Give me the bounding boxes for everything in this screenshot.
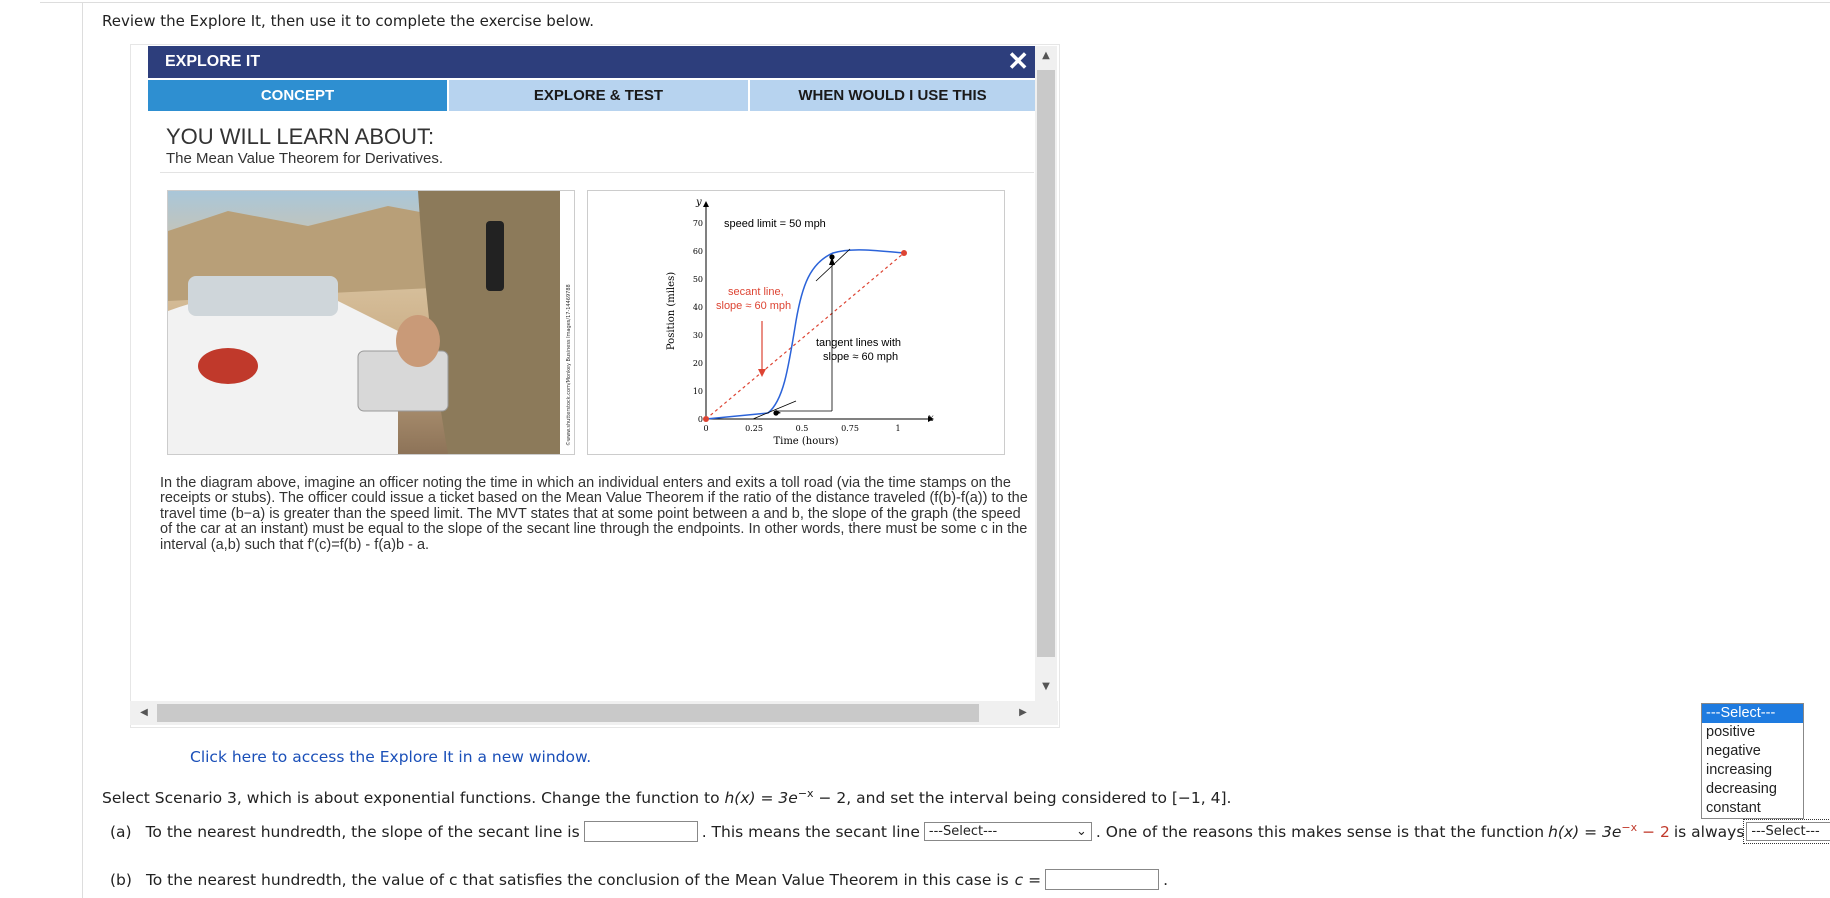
- y-axis-label: Position (miles): [666, 272, 677, 350]
- behavior-dropdown-list: ---Select--- positive negative increasin…: [1701, 703, 1804, 819]
- scroll-down-icon[interactable]: ▼: [1035, 681, 1057, 692]
- secant-label-2: slope ≈ 60 mph: [716, 300, 791, 312]
- secant-label-1: secant line,: [728, 286, 784, 298]
- y-axis-name: y: [695, 197, 702, 208]
- vertical-scroll-thumb[interactable]: [1037, 70, 1055, 657]
- function-constant: − 2: [1637, 823, 1670, 842]
- tab-concept[interactable]: CONCEPT: [148, 80, 447, 111]
- speed-limit-label: speed limit = 50 mph: [724, 218, 826, 230]
- x-tick: 1: [895, 424, 900, 433]
- mvt-graph: y x 70 60 50 40 30 20 10 0 0 0.25 0.5 0.…: [587, 190, 1005, 455]
- y-tick: 50: [693, 275, 703, 284]
- dropdown-option[interactable]: negative: [1702, 742, 1803, 761]
- dropdown-option[interactable]: decreasing: [1702, 780, 1803, 799]
- x-tick: 0: [703, 424, 708, 433]
- scenario-text: Select Scenario 3, which is about expone…: [102, 789, 725, 808]
- dropdown-option[interactable]: increasing: [1702, 761, 1803, 780]
- learn-subtitle: The Mean Value Theorem for Derivatives.: [166, 150, 444, 167]
- scroll-right-icon[interactable]: ▶: [1012, 707, 1034, 718]
- new-window-link[interactable]: Click here to access the Explore It in a…: [190, 748, 591, 766]
- tab-explore-test[interactable]: EXPLORE & TEST: [449, 80, 748, 111]
- x-tick: 0.5: [796, 424, 809, 433]
- y-tick: 70: [693, 219, 703, 228]
- secant-slope-input[interactable]: [583, 821, 698, 842]
- question-b: (b) To the nearest hundredth, the value …: [110, 869, 1168, 890]
- question-a: (a) To the nearest hundredth, the slope …: [110, 819, 1830, 844]
- left-divider: [82, 2, 83, 898]
- secant-line-select[interactable]: ---Select--- ⌄: [923, 822, 1092, 841]
- select-value: ---Select---: [1751, 824, 1820, 839]
- function-behavior-select[interactable]: ---Select---⌄: [1743, 819, 1830, 844]
- x-axis-name: x: [928, 413, 934, 424]
- explore-it-header: EXPLORE IT ✕: [148, 46, 1035, 78]
- function-exponent: −x: [1621, 821, 1638, 835]
- part-a-text-3: . One of the reasons this makes sense is…: [1095, 822, 1545, 841]
- scroll-up-icon[interactable]: ▲: [1035, 50, 1057, 61]
- dropdown-option[interactable]: constant: [1702, 799, 1803, 818]
- x-tick: 0.75: [841, 424, 859, 433]
- x-axis-label: Time (hours): [773, 436, 838, 447]
- y-tick: 20: [693, 359, 703, 368]
- position-curve: [705, 249, 905, 420]
- tangent-label-1: tangent lines with: [816, 337, 901, 349]
- close-icon[interactable]: ✕: [1007, 46, 1029, 77]
- c-value-input[interactable]: [1045, 869, 1160, 890]
- part-a-function: h(x) = 3e−x − 2: [1548, 821, 1670, 841]
- scenario-function: h(x) = 3e: [724, 789, 798, 808]
- photo-credit: ©www.shutterstock.com/Monkey Business Im…: [565, 284, 572, 446]
- y-tick: 60: [693, 247, 703, 256]
- learn-heading: YOU WILL LEARN ABOUT:: [166, 124, 435, 149]
- part-b-text: To the nearest hundredth, the value of c…: [145, 870, 1009, 889]
- y-tick: 10: [693, 387, 703, 396]
- part-b-label: (b): [110, 870, 132, 889]
- dropdown-option[interactable]: positive: [1702, 723, 1803, 742]
- part-a-text-2: . This means the secant line: [701, 822, 920, 841]
- tab-when-would-i-use-this[interactable]: WHEN WOULD I USE THIS: [750, 80, 1035, 111]
- y-tick: 40: [693, 303, 703, 312]
- dropdown-option[interactable]: ---Select---: [1702, 704, 1803, 723]
- part-a-text-4: is always: [1673, 822, 1745, 841]
- select-value: ---Select---: [928, 824, 998, 839]
- chevron-down-icon: ⌄: [1076, 824, 1087, 839]
- explanation-paragraph: In the diagram above, imagine an officer…: [160, 475, 1028, 553]
- horizontal-scroll-thumb[interactable]: [157, 704, 979, 722]
- c-equals: c =: [1014, 870, 1042, 889]
- part-b-end: .: [1163, 870, 1169, 889]
- top-divider: [40, 2, 1830, 3]
- content-divider: [160, 172, 1034, 173]
- y-tick: 30: [693, 331, 703, 340]
- part-a-label: (a): [110, 822, 132, 841]
- scenario-exponent: −x: [797, 787, 814, 800]
- function-name: h(x) = 3e: [1548, 823, 1622, 842]
- tangent-label-2: slope ≈ 60 mph: [823, 351, 898, 363]
- part-a-text-1: To the nearest hundredth, the slope of t…: [145, 822, 580, 841]
- y-tick: 0: [698, 415, 703, 424]
- scenario-instruction: Select Scenario 3, which is about expone…: [102, 787, 1231, 807]
- scroll-left-icon[interactable]: ◀: [133, 707, 155, 718]
- scenario-tail: − 2, and set the interval being consider…: [813, 789, 1232, 808]
- x-tick: 0.25: [745, 424, 763, 433]
- officer-photo: ©www.shutterstock.com/Monkey Business Im…: [167, 190, 575, 455]
- intro-text: Review the Explore It, then use it to co…: [102, 12, 595, 30]
- secant-line: [705, 252, 905, 420]
- explore-it-title: EXPLORE IT: [165, 53, 261, 70]
